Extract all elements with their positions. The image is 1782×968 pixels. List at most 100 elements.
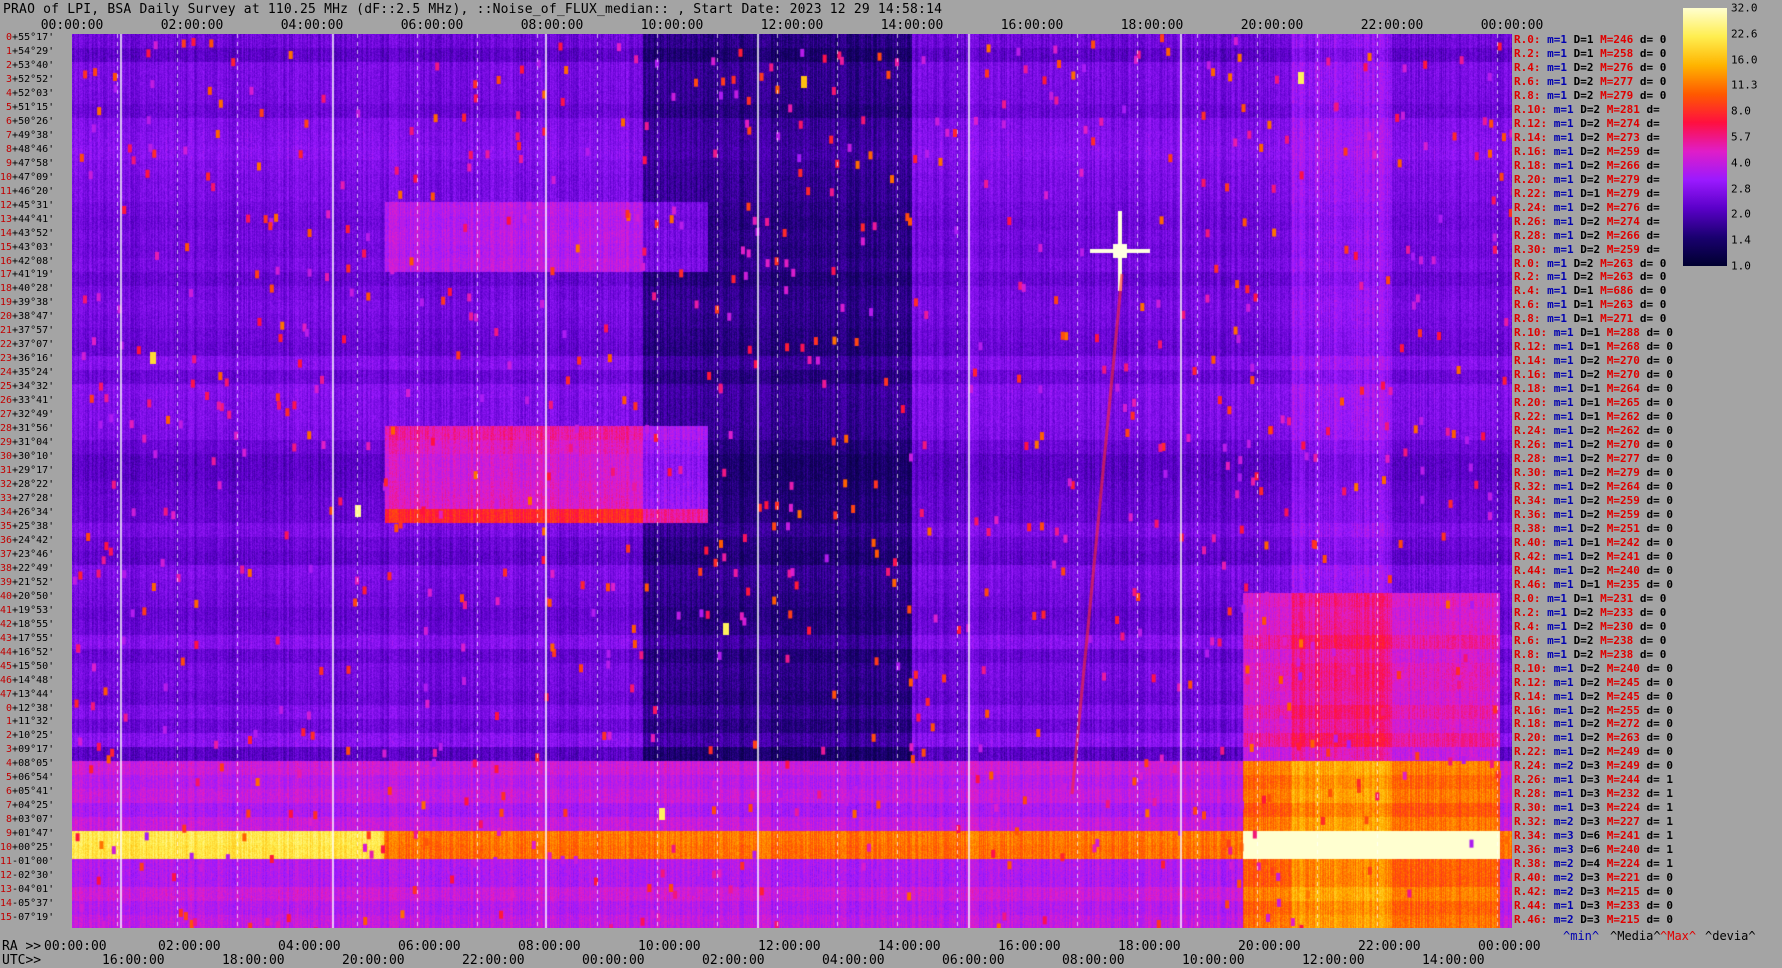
utc-tick-label: 06:00:00 <box>942 953 1005 968</box>
row-stat: R.40: m=2 D=3 M=221 d= 0 <box>1514 871 1673 885</box>
declination-label: 17+41°19' <box>0 269 55 281</box>
utc-axis-label: UTC>> <box>2 953 42 968</box>
row-stat: R.30: m=1 D=2 M=259 d= <box>1514 242 1660 256</box>
declination-label: 6+05°41' <box>0 786 55 798</box>
colorbar-tick: 4.0 <box>1731 156 1751 170</box>
row-stat: R.12: m=1 D=2 M=274 d= <box>1514 116 1660 130</box>
row-stat: R.16: m=1 D=2 M=259 d= <box>1514 144 1660 158</box>
row-stat: R.28: m=1 D=2 M=266 d= <box>1514 228 1660 242</box>
declination-label: 14-05°37' <box>0 898 55 910</box>
declination-label: 18+40°28' <box>0 283 55 295</box>
row-stat: R.0: m=1 D=2 M=263 d= 0 <box>1514 256 1667 270</box>
chart-title: PRAO of LPI, BSA Daily Survey at 110.25 … <box>3 2 943 17</box>
declination-label: 5+51°15' <box>0 101 55 113</box>
utc-tick-label: 00:00:00 <box>582 953 645 968</box>
row-stat: R.22: m=1 D=1 M=262 d= 0 <box>1514 410 1673 424</box>
row-stat: R.44: m=1 D=2 M=240 d= 0 <box>1514 563 1673 577</box>
row-stat: R.14: m=1 D=2 M=245 d= 0 <box>1514 689 1673 703</box>
utc-tick-label: 14:00:00 <box>1422 953 1485 968</box>
declination-label: 15-07°19' <box>0 912 55 924</box>
ra-tick-label: 04:00:00 <box>278 939 341 954</box>
declination-label: 14+43°52' <box>0 227 55 239</box>
declination-label: 38+22°49' <box>0 562 55 574</box>
declination-label: 3+09°17' <box>0 744 55 756</box>
declination-label: 37+23°46' <box>0 548 55 560</box>
declination-label: 13-04°01' <box>0 884 55 896</box>
declination-label: 26+33°41' <box>0 395 55 407</box>
declination-label: 45+15°50' <box>0 660 55 672</box>
declination-label: 2+10°25' <box>0 730 55 742</box>
declination-label: 9+01°47' <box>0 828 55 840</box>
legend-max: ^Max^ <box>1660 929 1697 943</box>
ra-tick-label: 14:00:00 <box>878 939 941 954</box>
legend-min: ^min^ <box>1563 929 1600 943</box>
row-stat: R.2: m=1 D=2 M=233 d= 0 <box>1514 605 1667 619</box>
heatmap-plot <box>72 34 1512 928</box>
colorbar-tick: 11.3 <box>1731 78 1758 92</box>
row-stat: R.42: m=1 D=2 M=241 d= 0 <box>1514 549 1673 563</box>
row-stat: R.18: m=1 D=1 M=264 d= 0 <box>1514 382 1673 396</box>
declination-label: 15+43°03' <box>0 241 55 253</box>
declination-label: 4+08°05' <box>0 758 55 770</box>
row-stat: R.20: m=1 D=1 M=265 d= 0 <box>1514 396 1673 410</box>
declination-label: 16+42°08' <box>0 255 55 267</box>
declination-label: 40+20°50' <box>0 590 55 602</box>
colorbar-tick: 1.4 <box>1731 233 1751 247</box>
row-stat: R.12: m=1 D=1 M=268 d= 0 <box>1514 340 1673 354</box>
row-stat: R.14: m=1 D=2 M=270 d= 0 <box>1514 354 1673 368</box>
row-stat: R.24: m=1 D=2 M=276 d= <box>1514 200 1660 214</box>
top-tick-label: 00:00:00 <box>1480 18 1544 33</box>
declination-label: 8+48°46' <box>0 143 55 155</box>
row-stat: R.32: m=2 D=3 M=227 d= 1 <box>1514 815 1673 829</box>
declination-label: 5+06°54' <box>0 772 55 784</box>
declination-label: 30+30°10' <box>0 451 55 463</box>
row-stat: R.26: m=1 D=2 M=274 d= <box>1514 214 1660 228</box>
utc-tick-label: 18:00:00 <box>222 953 285 968</box>
declination-label: 35+25°38' <box>0 520 55 532</box>
utc-tick-label: 16:00:00 <box>102 953 165 968</box>
row-stat: R.46: m=1 D=1 M=235 d= 0 <box>1514 577 1673 591</box>
declination-label: 11+46°20' <box>0 185 55 197</box>
colorbar-tick: 8.0 <box>1731 104 1751 118</box>
declination-label: 29+31°04' <box>0 437 55 449</box>
ra-tick-label: 18:00:00 <box>1118 939 1181 954</box>
row-stat: R.20: m=1 D=2 M=263 d= 0 <box>1514 731 1673 745</box>
declination-label: 31+29°17' <box>0 465 55 477</box>
declination-label: 32+28°22' <box>0 479 55 490</box>
row-stat: R.34: m=3 D=6 M=241 d= 1 <box>1514 829 1673 843</box>
row-stat: R.46: m=2 D=3 M=215 d= 0 <box>1514 913 1673 927</box>
row-stat: R.26: m=1 D=3 M=244 d= 1 <box>1514 773 1673 787</box>
declination-label: 27+32°49' <box>0 409 55 421</box>
row-stat: R.2: m=1 D=1 M=258 d= 0 <box>1514 46 1667 60</box>
row-stat: R.28: m=1 D=3 M=232 d= 1 <box>1514 787 1673 801</box>
ra-tick-label: 00:00:00 <box>1478 939 1541 954</box>
utc-tick-label: 12:00:00 <box>1302 953 1365 968</box>
top-tick-label: 20:00:00 <box>1240 18 1304 33</box>
row-stat: R.40: m=1 D=1 M=242 d= 0 <box>1514 535 1673 549</box>
row-stat: R.36: m=1 D=2 M=259 d= 0 <box>1514 507 1673 521</box>
row-stat: R.4: m=1 D=2 M=230 d= 0 <box>1514 619 1667 633</box>
declination-label: 44+16°52' <box>0 646 55 658</box>
declination-label: 7+04°25' <box>0 800 55 812</box>
declination-label: 22+37°07' <box>0 339 55 351</box>
row-stat: R.28: m=1 D=2 M=277 d= 0 <box>1514 452 1673 466</box>
declination-label: 20+38°47' <box>0 311 55 323</box>
row-stat: R.12: m=1 D=2 M=245 d= 0 <box>1514 675 1673 689</box>
ra-tick-label: 22:00:00 <box>1358 939 1421 954</box>
top-tick-label: 02:00:00 <box>160 18 224 33</box>
row-stat: R.16: m=1 D=2 M=255 d= 0 <box>1514 703 1673 717</box>
declination-label: 36+24°42' <box>0 534 55 546</box>
row-stat: R.2: m=1 D=2 M=263 d= 0 <box>1514 270 1667 284</box>
row-stat: R.8: m=1 D=1 M=271 d= 0 <box>1514 312 1667 326</box>
utc-tick-label: 04:00:00 <box>822 953 885 968</box>
ra-tick-label: 08:00:00 <box>518 939 581 954</box>
ra-tick-label: 16:00:00 <box>998 939 1061 954</box>
declination-label: 3+52°52' <box>0 73 55 85</box>
declination-label: 42+18°55' <box>0 618 55 630</box>
declination-label: 23+36°16' <box>0 353 55 365</box>
utc-tick-label: 10:00:00 <box>1182 953 1245 968</box>
declination-label: 39+21°52' <box>0 576 55 588</box>
row-stat: R.26: m=1 D=2 M=270 d= 0 <box>1514 438 1673 452</box>
row-stat: R.22: m=1 D=2 M=249 d= 0 <box>1514 745 1673 759</box>
declination-label: 10+00°25' <box>0 842 55 854</box>
